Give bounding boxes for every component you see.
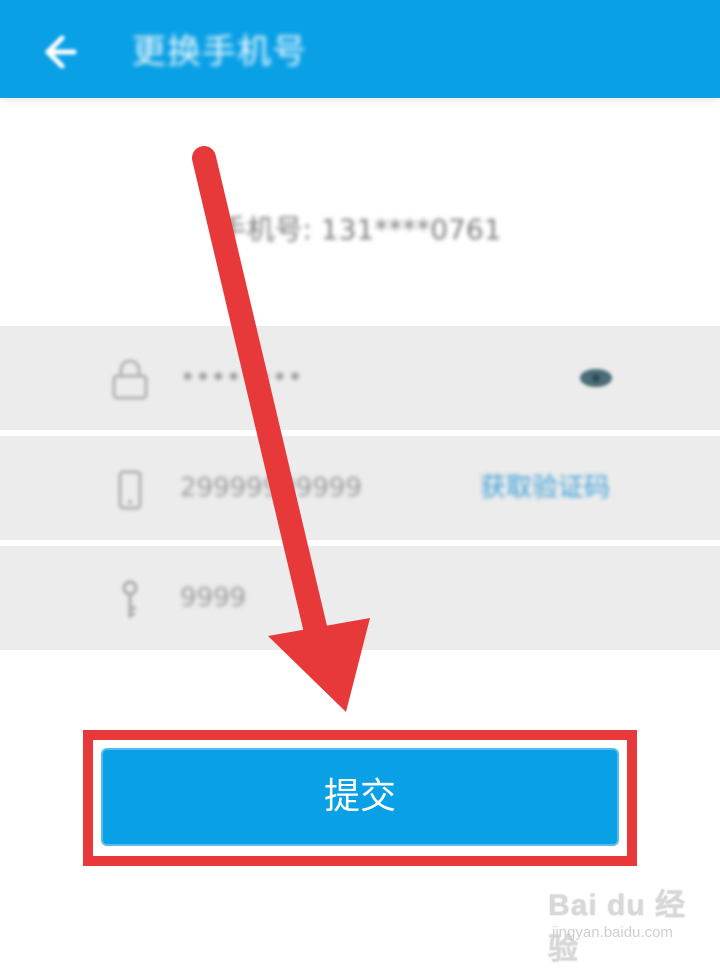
lock-icon — [112, 359, 148, 400]
password-row[interactable]: •••••••• — [0, 326, 720, 430]
new-phone-row[interactable]: 29999999999 获取验证码 — [0, 436, 720, 540]
verification-code-field[interactable]: 9999 — [180, 576, 246, 620]
baidu-jingyan-watermark: Bai du 经验 jingyan.baidu.com — [548, 880, 708, 966]
new-phone-field[interactable]: 29999999999 — [180, 466, 362, 510]
get-verification-code-button[interactable]: 获取验证码 — [480, 466, 610, 510]
watermark-site: jingyan.baidu.com — [552, 924, 673, 941]
key-icon — [122, 580, 138, 618]
app-header: 更换手机号 — [0, 0, 720, 98]
back-arrow-icon[interactable] — [36, 30, 80, 74]
password-field[interactable]: •••••••• — [180, 356, 303, 400]
verification-code-row[interactable]: 9999 — [0, 546, 720, 650]
page-title: 更换手机号 — [132, 32, 307, 72]
submit-button[interactable]: 提交 — [101, 748, 619, 846]
phone-icon — [118, 470, 142, 510]
current-phone-label: 手机号: 131****0761 — [218, 213, 502, 246]
eye-icon[interactable] — [578, 366, 614, 390]
